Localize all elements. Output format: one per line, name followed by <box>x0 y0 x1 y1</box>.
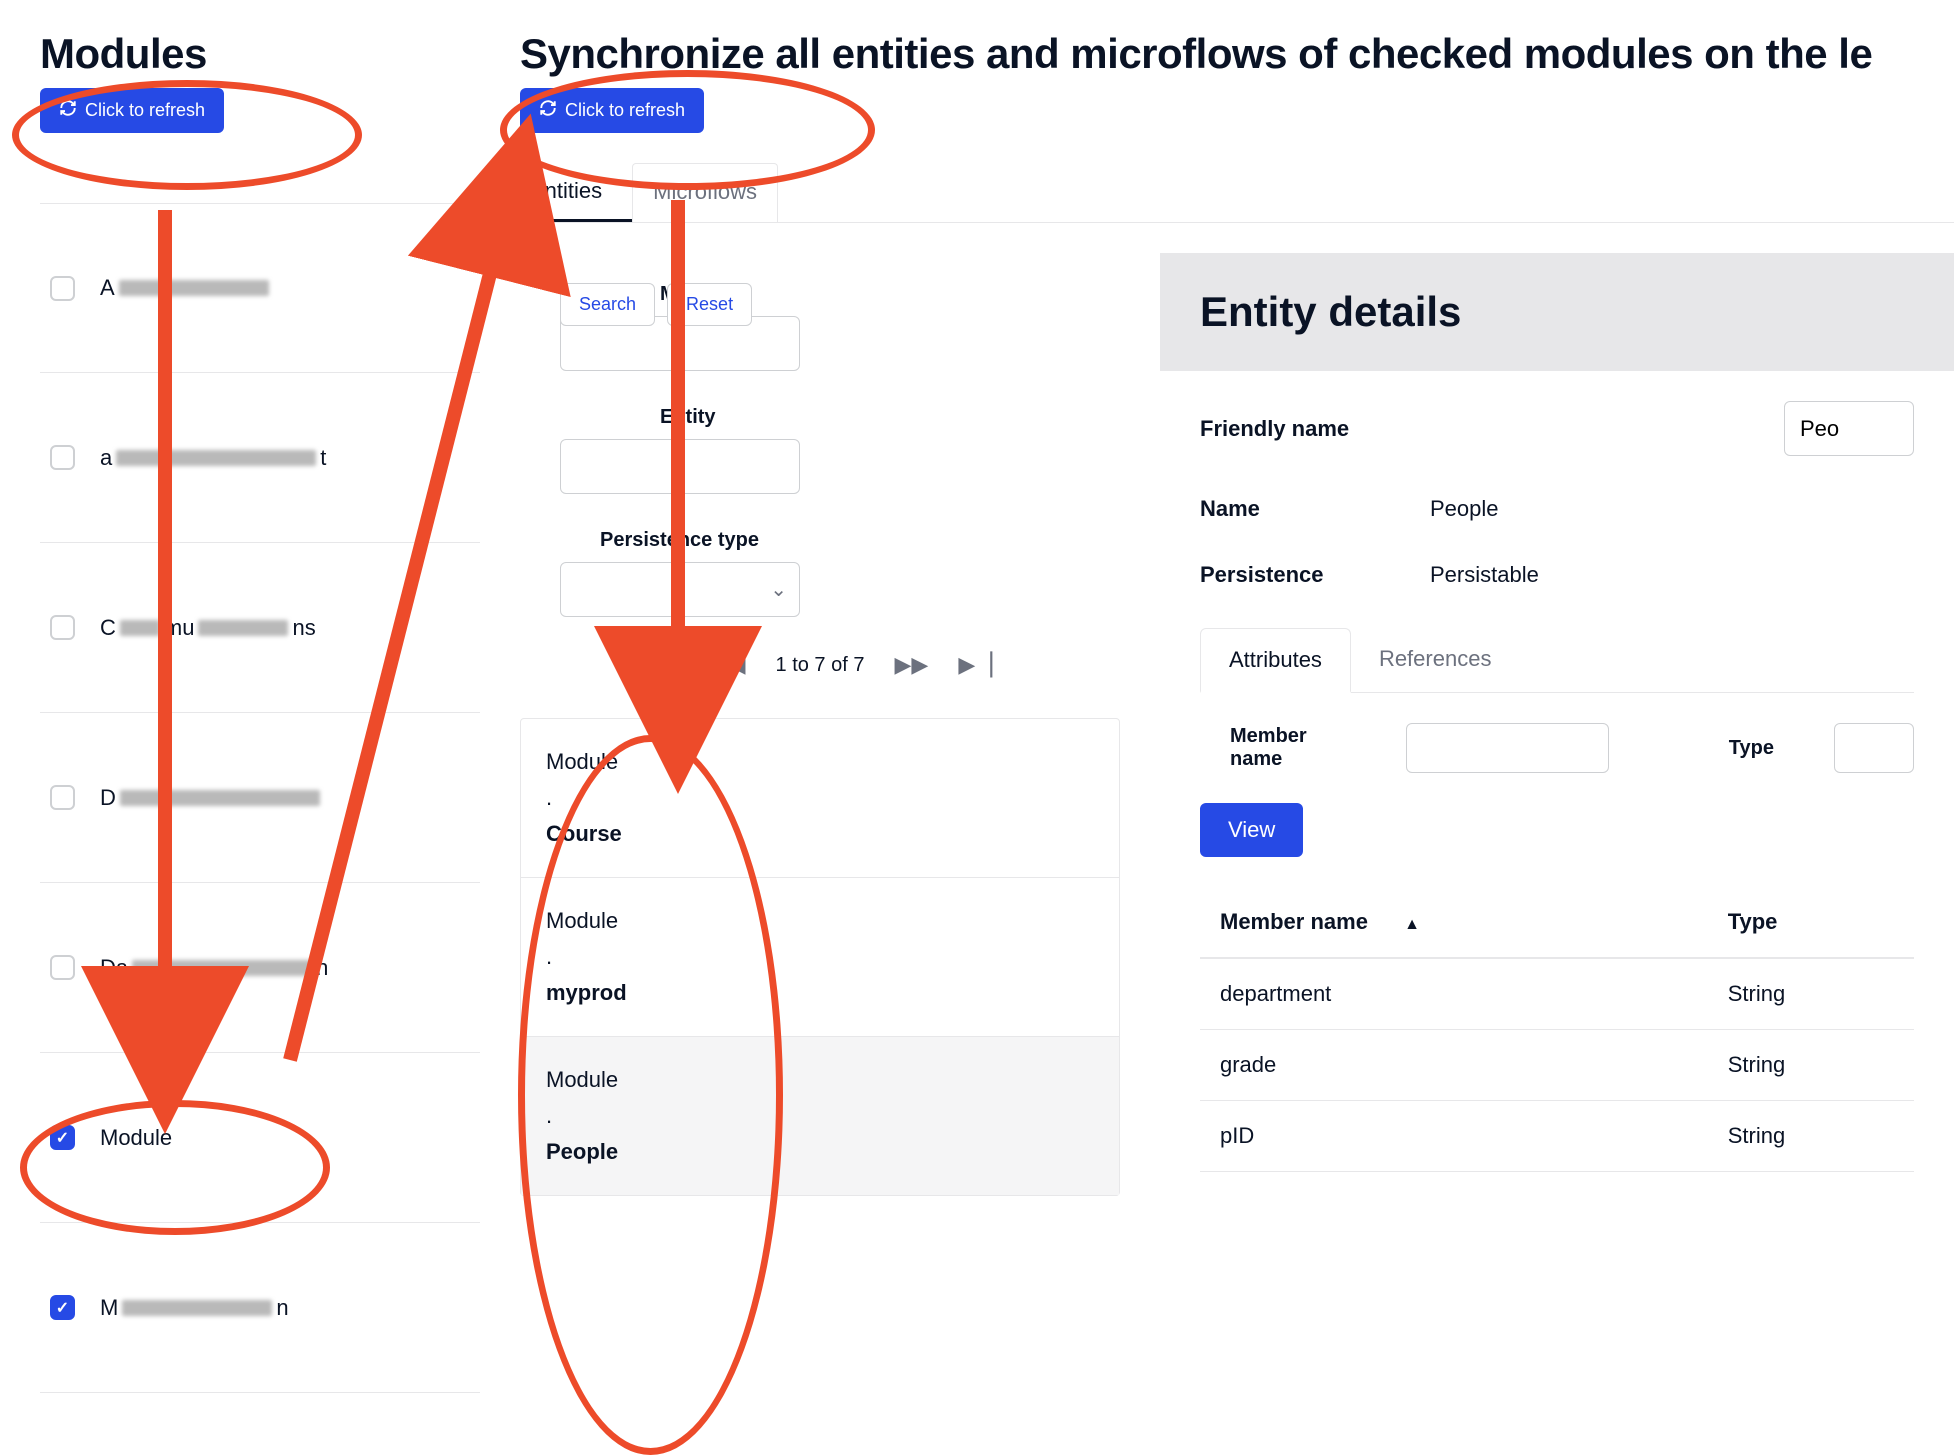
detail-title: Entity details <box>1200 288 1914 336</box>
modules-panel: Modules Click to refresh A at <box>0 0 500 1393</box>
pager-last-icon[interactable]: ▶▕ <box>958 652 992 678</box>
sync-title: Synchronize all entities and microflows … <box>520 30 1954 78</box>
refresh-icon <box>539 99 557 122</box>
pager-first-icon[interactable]: ▏◀ <box>648 652 682 678</box>
table-row[interactable]: grade String <box>1200 1030 1914 1101</box>
module-label: D <box>100 785 320 811</box>
search-button[interactable]: Search <box>560 283 655 326</box>
checkbox[interactable] <box>50 276 75 301</box>
checkbox[interactable] <box>50 955 75 980</box>
module-label: Dan <box>100 955 328 981</box>
type-filter-label: Type <box>1729 737 1774 760</box>
persistence-value: Persistable <box>1430 562 1539 588</box>
table-row[interactable]: department String <box>1200 958 1914 1030</box>
detail-tabs: Attributes References <box>1200 628 1914 693</box>
module-row[interactable]: Module <box>40 1053 480 1223</box>
persistence-label: Persistence <box>1200 562 1430 588</box>
refresh-icon <box>59 99 77 122</box>
chevron-down-icon: ⌄ <box>770 577 787 602</box>
persistence-filter-label: Persistence type <box>560 529 1080 552</box>
entity-list: Module . Course Module . myprod Module .… <box>520 718 1120 1196</box>
tab-references[interactable]: References <box>1351 628 1520 692</box>
module-row[interactable]: Mn <box>40 1223 480 1393</box>
friendly-name-label: Friendly name <box>1200 416 1430 442</box>
entity-filter-label: Entity <box>560 406 1080 429</box>
module-row[interactable]: at <box>40 373 480 543</box>
checkbox[interactable] <box>50 1125 75 1150</box>
entity-card[interactable]: Module . People <box>521 1037 1119 1195</box>
name-value: People <box>1430 496 1499 522</box>
module-list: A at Cmuns D <box>40 203 480 1393</box>
module-row[interactable]: Cmuns <box>40 543 480 713</box>
attributes-table: Member name ▲ Type department String <box>1200 887 1914 1172</box>
entity-card[interactable]: Module . Course <box>521 719 1119 878</box>
col-type[interactable]: Type <box>1708 887 1914 958</box>
entity-card[interactable]: Module . myprod <box>521 878 1119 1037</box>
detail-header: Entity details <box>1160 253 1954 371</box>
tab-attributes[interactable]: Attributes <box>1200 628 1351 693</box>
entity-tabs: Entities Microflows <box>520 163 1954 223</box>
module-label: at <box>100 445 326 471</box>
name-label: Name <box>1200 496 1430 522</box>
friendly-name-input[interactable] <box>1784 401 1914 456</box>
sort-asc-icon: ▲ <box>1404 916 1420 933</box>
table-row[interactable]: pID String <box>1200 1101 1914 1172</box>
tab-microflows[interactable]: Microflows <box>632 163 778 222</box>
module-label: Module <box>100 1125 172 1151</box>
module-row[interactable]: A <box>40 203 480 373</box>
pager-next-icon[interactable]: ▶▶ <box>894 652 928 678</box>
persistence-filter-select[interactable]: ⌄ <box>560 562 800 617</box>
module-label: Cmuns <box>100 615 316 641</box>
module-row[interactable]: Dan <box>40 883 480 1053</box>
tab-entities[interactable]: Entities <box>520 163 632 222</box>
checkbox[interactable] <box>50 785 75 810</box>
module-row[interactable]: D <box>40 713 480 883</box>
checkbox[interactable] <box>50 445 75 470</box>
search-area: Module Search Reset Entity <box>520 253 1120 617</box>
view-button[interactable]: View <box>1200 803 1303 857</box>
refresh-sync-button[interactable]: Click to refresh <box>520 88 704 133</box>
refresh-modules-button[interactable]: Click to refresh <box>40 88 224 133</box>
reset-button[interactable]: Reset <box>667 283 752 326</box>
entity-filter-input[interactable] <box>560 439 800 494</box>
module-label: Mn <box>100 1295 289 1321</box>
pager-text: 1 to 7 of 7 <box>776 654 865 677</box>
entity-details-panel: Entity details Friendly name Name People… <box>1160 253 1954 1202</box>
member-name-filter-label: Member name <box>1230 725 1346 771</box>
pager-prev-icon[interactable]: ◀◀ <box>712 652 746 678</box>
pager: ▏◀ ◀◀ 1 to 7 of 7 ▶▶ ▶▕ <box>520 652 1120 678</box>
col-member[interactable]: Member name ▲ <box>1200 887 1708 958</box>
type-filter-input[interactable] <box>1834 723 1914 773</box>
sync-panel: Synchronize all entities and microflows … <box>500 0 1954 1393</box>
checkbox[interactable] <box>50 1295 75 1320</box>
checkbox[interactable] <box>50 615 75 640</box>
modules-title: Modules <box>40 30 480 78</box>
member-name-filter-input[interactable] <box>1406 723 1609 773</box>
module-label: A <box>100 275 269 301</box>
